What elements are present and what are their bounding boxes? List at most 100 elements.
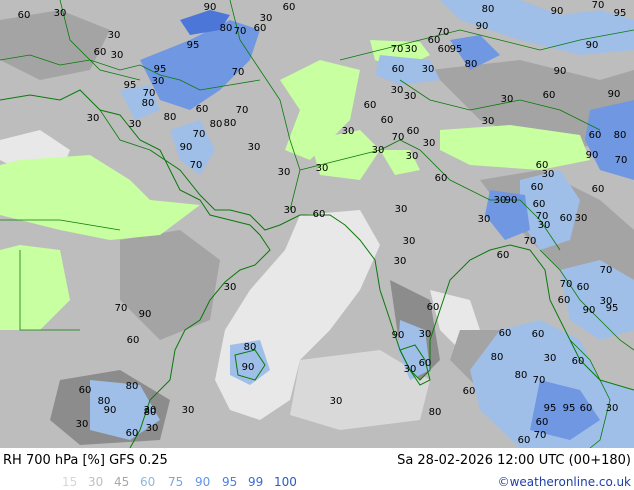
contour-label: 90 [104, 405, 117, 416]
contour-label: 90 [242, 362, 255, 373]
contour-label: 90 [139, 309, 152, 320]
contour-label: 30 [316, 163, 329, 174]
contour-label: 80 [224, 118, 237, 129]
contour-label: 70 [600, 265, 613, 276]
scale-value-60: 60 [140, 475, 156, 489]
contour-label: 60 [438, 44, 451, 55]
contour-label: 60 [572, 356, 585, 367]
contour-label: 80 [429, 407, 442, 418]
contour-label: 30 [391, 85, 404, 96]
contour-label: 70 [615, 155, 628, 166]
contour-label: 60 [592, 184, 605, 195]
contour-label: 90 [476, 21, 489, 32]
contour-label: 90 [586, 150, 599, 161]
scale-value-30: 30 [88, 475, 104, 489]
contour-label: 90 [392, 330, 405, 341]
map-title: RH 700 hPa [%] GFS 0.25 [3, 453, 168, 468]
contour-label: 90 [505, 195, 518, 206]
contour-label: 60 [283, 2, 296, 13]
contour-label: 90 [204, 2, 217, 13]
contour-label: 30 [330, 396, 343, 407]
contour-label: 70 [236, 105, 249, 116]
contour-label: 30 [342, 126, 355, 137]
contour-label: 60 [499, 328, 512, 339]
contour-label: 30 [482, 116, 495, 127]
contour-label: 90 [551, 6, 564, 17]
contour-label: 80 [491, 352, 504, 363]
contour-label: 60 [427, 302, 440, 313]
contour-label: 80 [515, 370, 528, 381]
contour-label: 60 [254, 23, 267, 34]
contour-label: 30 [144, 405, 157, 416]
valid-time: Sa 28-02-2026 12:00 UTC (00+180) [397, 453, 631, 468]
contour-label: 60 [196, 104, 209, 115]
contour-label: 95 [154, 64, 167, 75]
contour-label: 30 [224, 282, 237, 293]
scale-value-95: 95 [222, 475, 238, 489]
scale-value-100: 100 [274, 475, 297, 489]
scale-value-15: 15 [62, 475, 78, 489]
scale-value-90: 90 [195, 475, 211, 489]
contour-label: 80 [465, 59, 478, 70]
contour-label: 70 [115, 303, 128, 314]
contour-label: 60 [392, 64, 405, 75]
contour-label: 95 [124, 80, 137, 91]
contour-label: 60 [580, 403, 593, 414]
contour-label: 30 [538, 220, 551, 231]
contour-label: 30 [575, 213, 588, 224]
contour-label: 30 [419, 329, 432, 340]
contour-label: 30 [406, 151, 419, 162]
contour-label: 60 [127, 335, 140, 346]
contour-label: 95 [187, 40, 200, 51]
contour-label: 90 [586, 40, 599, 51]
contour-label: 30 [405, 44, 418, 55]
contour-label: 70 [392, 132, 405, 143]
contour-label: 70 [592, 0, 605, 11]
contour-label: 70 [560, 279, 573, 290]
contour-label: 30 [544, 353, 557, 364]
contour-label: 30 [111, 50, 124, 61]
contour-label: 30 [478, 214, 491, 225]
contour-label: 70 [534, 430, 547, 441]
credit-link[interactable]: ©weatheronline.co.uk [498, 475, 631, 489]
contour-label: 30 [108, 30, 121, 41]
contour-label: 30 [76, 419, 89, 430]
contour-label: 95 [606, 303, 619, 314]
contour-label: 60 [533, 199, 546, 210]
contour-label: 30 [54, 8, 67, 19]
contour-label: 90 [180, 142, 193, 153]
contour-label: 80 [142, 98, 155, 109]
contour-label: 30 [284, 205, 297, 216]
scale-value-45: 45 [114, 475, 130, 489]
contour-label: 30 [422, 64, 435, 75]
contour-label: 70 [234, 26, 247, 37]
contour-label: 90 [583, 305, 596, 316]
contour-label: 80 [482, 4, 495, 15]
contour-label: 60 [558, 295, 571, 306]
contour-label: 60 [532, 329, 545, 340]
contour-label: 70 [190, 160, 203, 171]
contour-label: 60 [79, 385, 92, 396]
humidity-map: 60 3090 603080 9070959080 607030607095 603070… [0, 0, 634, 448]
contour-label: 30 [501, 94, 514, 105]
contour-label: 60 [419, 358, 432, 369]
contour-label: 60 [497, 250, 510, 261]
contour-label: 60 [531, 182, 544, 193]
contour-label: 60 [543, 90, 556, 101]
contour-label: 90 [608, 89, 621, 100]
contour-label: 60 [435, 173, 448, 184]
contour-label: 95 [544, 403, 557, 414]
contour-label: 80 [210, 119, 223, 130]
contour-label: 60 [18, 10, 31, 21]
scale-value-99: 99 [248, 475, 264, 489]
contour-label: 30 [542, 169, 555, 180]
contour-label: 60 [560, 213, 573, 224]
contour-label: 60 [577, 282, 590, 293]
contour-label: 80 [244, 342, 257, 353]
contour-label: 30 [423, 138, 436, 149]
footer: RH 700 hPa [%] GFS 0.25 Sa 28-02-2026 12… [0, 448, 634, 490]
contour-label: 60 [518, 435, 531, 446]
contour-label: 60 [536, 417, 549, 428]
contour-label: 95 [563, 403, 576, 414]
contour-label: 30 [182, 405, 195, 416]
